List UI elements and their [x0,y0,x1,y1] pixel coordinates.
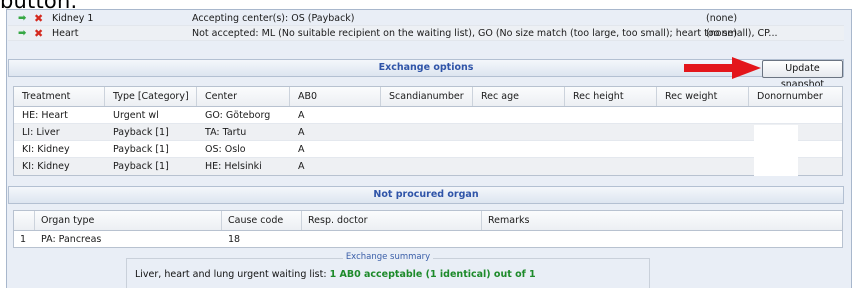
cell-type: Payback [1] [113,127,169,138]
table-row[interactable]: HE: Heart Urgent wl GO: Göteborg A [14,107,842,124]
row-number-header [14,211,35,230]
column-header-donornumber[interactable]: Donornumber [749,87,843,106]
not-procured-table: Organ type Cause code Resp. doctor Remar… [13,210,843,248]
exchange-summary: Exchange summary Liver, heart and lung u… [126,252,650,288]
exchange-options-title: Exchange options [378,62,474,73]
offer-list: ➡ ✖ Kidney 1 Accepting center(s): OS (Pa… [8,11,844,41]
table-header: Organ type Cause code Resp. doctor Remar… [14,211,842,231]
cell-type: Payback [1] [113,144,169,155]
summary-value: 1 AB0 acceptable (1 identical) out of 1 [329,269,536,280]
row-number: 1 [20,234,27,245]
cell-center: TA: Tartu [205,127,247,138]
exchange-options-table: Treatment Type [Category] Center AB0 Sca… [13,86,843,176]
cell-ab0: A [298,144,305,155]
column-header-rec-age[interactable]: Rec age [473,87,565,106]
cell-center: HE: Helsinki [205,161,262,172]
red-arrow-icon [684,57,761,79]
cell-type: Payback [1] [113,161,169,172]
column-header-rec-weight[interactable]: Rec weight [657,87,749,106]
offer-organ: Kidney 1 [52,13,94,24]
column-header-resp-doctor[interactable]: Resp. doctor [302,211,482,230]
column-header-center[interactable]: Center [197,87,290,106]
table-row[interactable]: KI: Kidney Payback [1] HE: Helsinki A [14,158,842,175]
column-header-rec-height[interactable]: Rec height [565,87,657,106]
offer-organ: Heart [52,28,79,39]
cell-center: GO: Göteborg [205,110,271,121]
column-header-remarks[interactable]: Remarks [482,211,843,230]
cell-ab0: A [298,161,305,172]
reject-x-icon: ✖ [34,12,44,25]
column-header-treatment[interactable]: Treatment [14,87,105,106]
accept-arrow-icon: ➡ [18,13,27,24]
table-row[interactable]: 1 PA: Pancreas 18 [14,231,842,248]
summary-line: Liver, heart and lung urgent waiting lis… [135,269,536,280]
update-snapshot-button[interactable]: Update snapshot [762,60,843,90]
not-procured-header: Not procured organ [8,186,844,204]
summary-label: Liver, heart and lung urgent waiting lis… [135,269,327,280]
table-row[interactable]: KI: Kidney Payback [1] OS: Oslo A [14,141,842,158]
table-header: Treatment Type [Category] Center AB0 Sca… [14,87,842,107]
column-header-type[interactable]: Type [Category] [105,87,197,106]
offer-info: (none) [706,28,738,39]
cell-cause-code: 18 [228,234,241,245]
not-procured-title: Not procured organ [373,189,479,200]
cell-treatment: LI: Liver [22,127,60,138]
cell-treatment: KI: Kidney [22,144,70,155]
column-header-cause-code[interactable]: Cause code [222,211,302,230]
offer-row[interactable]: ➡ ✖ Heart Not accepted: ML (No suitable … [8,26,844,41]
offer-info: (none) [706,13,738,24]
reject-x-icon: ✖ [34,27,44,40]
offer-status: Accepting center(s): OS (Payback) [192,13,355,24]
offer-row[interactable]: ➡ ✖ Kidney 1 Accepting center(s): OS (Pa… [8,11,844,26]
exchange-summary-legend: Exchange summary [127,252,649,262]
offer-status: Not accepted: ML (No suitable recipient … [192,28,778,39]
cell-ab0: A [298,127,305,138]
cell-organ-type: PA: Pancreas [41,234,102,245]
accept-arrow-icon: ➡ [18,28,27,39]
column-header-ab0[interactable]: AB0 [290,87,381,106]
column-header-organ-type[interactable]: Organ type [35,211,222,230]
donornumber-blank-area [754,125,798,176]
cell-center: OS: Oslo [205,144,246,155]
table-row[interactable]: LI: Liver Payback [1] TA: Tartu A [14,124,842,141]
cell-treatment: HE: Heart [22,110,68,121]
cell-treatment: KI: Kidney [22,161,70,172]
cell-ab0: A [298,110,305,121]
cell-type: Urgent wl [113,110,159,121]
column-header-scandianumber[interactable]: Scandianumber [381,87,473,106]
